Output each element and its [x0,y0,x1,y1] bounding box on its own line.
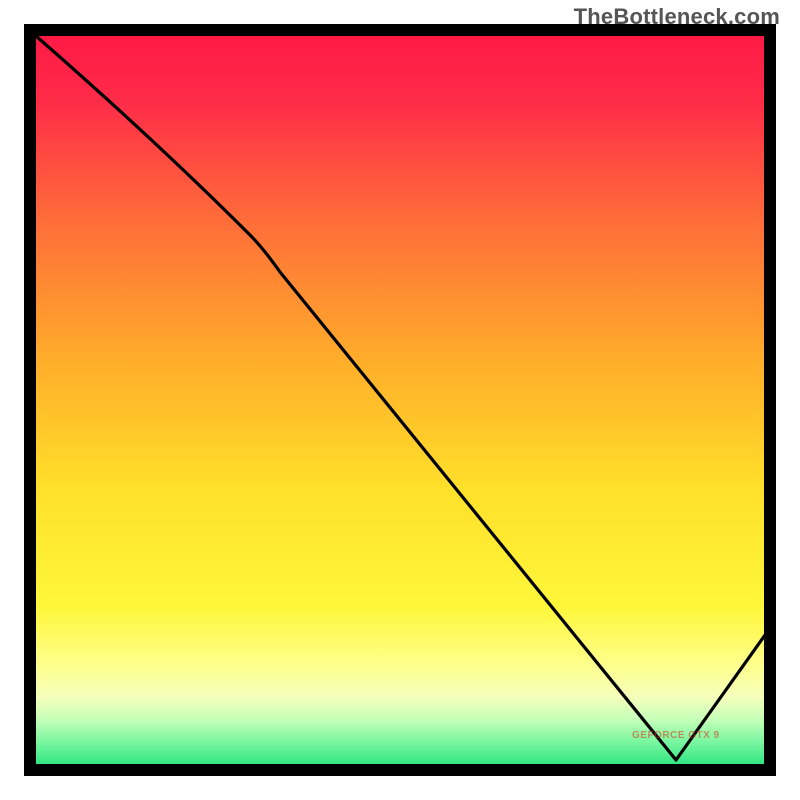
plot-area [30,30,770,770]
watermark-text: TheBottleneck.com [574,4,780,30]
chart-svg [0,0,800,800]
chart-container: TheBottleneck.com GEFORCE GTX 9 [0,0,800,800]
